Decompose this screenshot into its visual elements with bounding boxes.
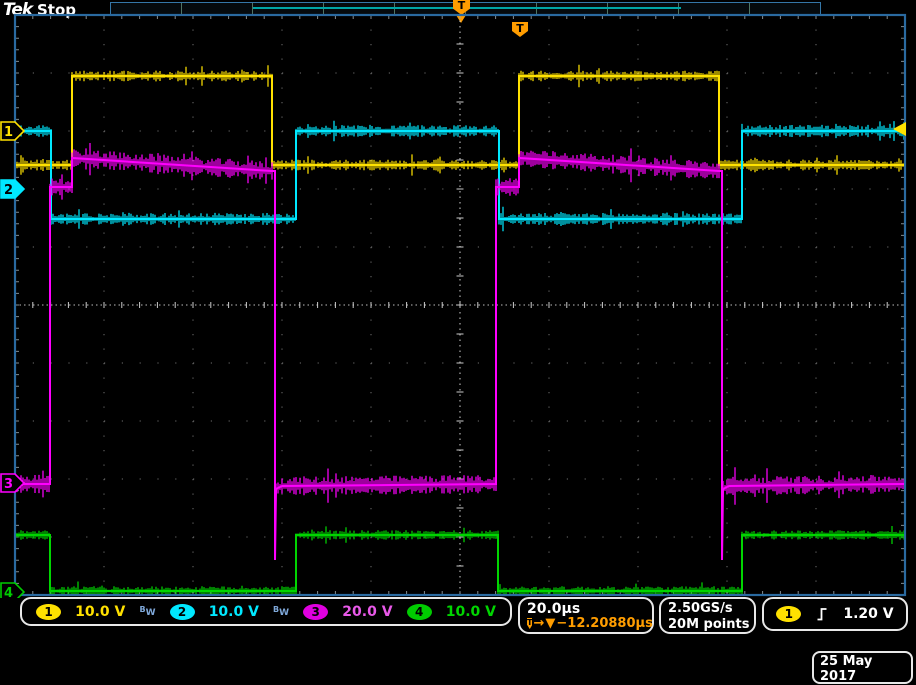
ch4-scale: 10.0 V	[446, 604, 496, 620]
ch1-scale: 10.0 V	[75, 604, 125, 620]
record-length: 20M points	[668, 617, 754, 633]
sample-rate: 2.50GS/s	[668, 601, 754, 617]
trigger-delay-readout: T→▼−12.20880µs	[527, 616, 652, 631]
ch2-scale: 10.0 V	[209, 604, 259, 620]
trigger-source-badge: 1	[776, 606, 801, 622]
trigger-t-icon: T	[527, 618, 532, 629]
ch2-position-marker[interactable]: 2	[1, 180, 24, 198]
trigger-readout[interactable]: 1 1.20 V	[762, 597, 908, 631]
ch3-scale: 20.0 V	[342, 604, 392, 620]
svg-text:4: 4	[4, 586, 13, 598]
channel-readouts[interactable]: 1 10.0 V BW 2 10.0 V BW 3 20.0 V 4 10.0 …	[20, 597, 512, 626]
svg-text:1: 1	[4, 125, 13, 140]
waveform-graticule: 1 2 3 4 T	[0, 0, 916, 598]
ch1-bandwidth-limit-badge: BW	[139, 605, 155, 618]
ch1-badge[interactable]: 1	[36, 604, 61, 620]
date-text: 25 May 2017	[820, 654, 911, 684]
trigger-level: 1.20 V	[843, 606, 893, 622]
rising-edge-icon	[816, 606, 828, 622]
trigger-point-badge[interactable]: T	[512, 22, 528, 37]
oscilloscope-screen: Tek Stop T 1234T 1 10.0 V BW 2 10.0 V BW…	[0, 0, 916, 685]
svg-text:3: 3	[4, 477, 13, 492]
acquisition-readout[interactable]: 2.50GS/s 20M points	[659, 597, 756, 634]
svg-text:T: T	[516, 22, 524, 35]
datetime-readout: 25 May 2017 17:33:59	[812, 651, 913, 684]
ch2-bandwidth-limit-badge: BW	[273, 605, 289, 618]
ch3-badge[interactable]: 3	[303, 604, 328, 620]
svg-text:2: 2	[4, 183, 13, 198]
ch4-position-marker[interactable]: 4	[1, 583, 24, 598]
ch1-position-marker[interactable]: 1	[1, 122, 24, 140]
ch2-badge[interactable]: 2	[170, 604, 195, 620]
timebase-scale: 20.0µs	[527, 601, 652, 617]
ch4-badge[interactable]: 4	[407, 604, 432, 620]
horizontal-readout[interactable]: 20.0µs T→▼−12.20880µs	[518, 597, 654, 634]
